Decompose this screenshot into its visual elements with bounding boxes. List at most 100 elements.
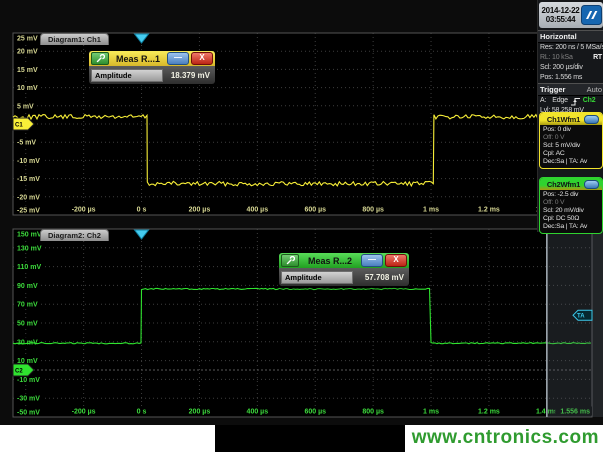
channel-marker-label: C2 (15, 369, 23, 375)
trigger-header: Trigger Auto (538, 83, 603, 96)
tick-label: 600 µs (304, 409, 326, 416)
tick-label: -15 mV (17, 176, 40, 183)
rs-logo-icon (581, 5, 602, 25)
horizontal-header: Horizontal (538, 30, 603, 43)
meas1-title: Meas R...1 (111, 54, 165, 64)
tab-diagram2[interactable]: Diagram2: Ch2 (40, 229, 109, 241)
date-text: 2014-12-22 (540, 6, 581, 15)
info-row: Scl: 200 µs/div (538, 63, 603, 73)
close-button[interactable]: X (191, 52, 213, 65)
ch2wfm1-dialog[interactable]: Ch2Wfm1 Pos: -2.5 divOff: 0 VScl: 20 mV/… (539, 177, 603, 234)
tick-label: 800 µs (362, 409, 384, 416)
wfm-info-row: Pos: 0 div (540, 126, 602, 134)
tick-label: -50 mV (17, 410, 40, 417)
ch2wfm1-titlebar: Ch2Wfm1 (540, 178, 602, 190)
wfm-info-row: Off: 0 V (540, 199, 602, 207)
time-text: 03:55:44 (540, 15, 581, 24)
meas2-value: 57.708 mV (353, 273, 407, 282)
horizontal-trigger-panel[interactable]: Horizontal Res: 200 ns / 5 MSa/sRL: 10 k… (538, 30, 603, 116)
minimize-button[interactable]: — (361, 254, 383, 267)
tick-label: -10 mV (17, 377, 40, 384)
tick-label: 1.2 ms (478, 207, 500, 214)
tick-label: 200 µs (189, 207, 211, 214)
trigger-level-badge-label: TA (577, 314, 585, 320)
tick-label: 15 mV (17, 67, 38, 74)
tick-label: -25 mV (17, 208, 40, 215)
signal-bar: 2014-12-22 03:55:44 Horizontal Res: 200 … (537, 0, 603, 232)
tick-label: 800 µs (362, 207, 384, 214)
tick-label: 130 mV (17, 245, 42, 252)
trigger-mode: Auto (587, 84, 602, 95)
trigger-source: Ch2 (583, 96, 596, 106)
horizontal-rows: Res: 200 ns / 5 MSa/sRL: 10 kSaRTScl: 20… (538, 43, 603, 83)
ch1wfm1-titlebar: Ch1Wfm1 (540, 113, 602, 125)
tick-label: 1 ms (423, 207, 439, 214)
info-row: Res: 200 ns / 5 MSa/s (538, 43, 603, 53)
tick-label: 10 mV (17, 85, 38, 92)
meas1-body: Amplitude 18.379 mV (89, 66, 215, 84)
ch1wfm1-dialog[interactable]: Ch1Wfm1 Pos: 0 divOff: 0 VScl: 5 mV/divC… (539, 112, 603, 169)
tick-label: 400 µs (247, 409, 269, 416)
meas1-value: 18.379 mV (163, 71, 213, 80)
tab-diagram1[interactable]: Diagram1: Ch1 (40, 33, 109, 45)
tick-label: 400 µs (247, 207, 269, 214)
meas1-label: Amplitude (91, 69, 163, 82)
trigger-source-row: A: Edge Ch2 (538, 96, 603, 106)
info-row: Pos: 1.556 ms (538, 73, 603, 83)
wfm-info-row: Scl: 20 mV/div (540, 207, 602, 215)
tick-label: 0 s (137, 409, 147, 416)
watermark-text: www.cntronics.com (412, 425, 599, 452)
wrench-icon[interactable] (281, 254, 299, 267)
tick-label: 70 mV (17, 302, 38, 309)
info-row: RL: 10 kSaRT (538, 53, 603, 63)
wrench-icon[interactable] (91, 52, 109, 65)
meas2-title: Meas R...2 (301, 256, 359, 266)
wfm-info-row: Pos: -2.5 div (540, 191, 602, 199)
meas2-label: Amplitude (281, 271, 353, 284)
tick-label: 110 mV (17, 264, 41, 271)
minimize-pill-icon[interactable] (584, 115, 599, 124)
tick-label: -30 mV (17, 396, 40, 403)
wfm-info-row: Cpl: AC (540, 150, 602, 158)
tick-label: 90 mV (17, 283, 38, 290)
tick-label: -200 µs (72, 207, 96, 214)
meas1-popup[interactable]: Meas R...1 — X Amplitude 18.379 mV (88, 50, 216, 85)
minimize-pill-icon[interactable] (584, 180, 599, 189)
ch1wfm1-rows: Pos: 0 divOff: 0 VScl: 5 mV/divCpl: ACDe… (540, 125, 602, 168)
tick-label: -20 mV (17, 194, 40, 201)
tick-label: 200 µs (189, 409, 211, 416)
close-button[interactable]: X (385, 254, 407, 267)
tick-label: 25 mV (17, 36, 38, 43)
meas2-popup[interactable]: Meas R...2 — X Amplitude 57.708 mV (278, 252, 410, 287)
ch2wfm1-title: Ch2Wfm1 (543, 180, 584, 189)
tick-label: -5 mV (17, 140, 36, 147)
wfm-info-row: Cpl: DC 50Ω (540, 215, 602, 223)
tick-label: -10 mV (17, 158, 40, 165)
edge-trigger-icon (570, 97, 581, 106)
tick-label: 1 ms (423, 409, 439, 416)
tick-label: 600 µs (304, 207, 326, 214)
tick-label: 150 mV (17, 232, 42, 239)
tick-label: 50 mV (17, 321, 38, 328)
tick-label: 5 mV (17, 103, 34, 110)
wfm-info-row: Off: 0 V (540, 134, 602, 142)
tick-label: -200 µs (72, 409, 96, 416)
datetime-box: 2014-12-22 03:55:44 (539, 2, 603, 28)
ch2wfm1-rows: Pos: -2.5 divOff: 0 VScl: 20 mV/divCpl: … (540, 190, 602, 233)
minimize-button[interactable]: — (167, 52, 189, 65)
signalbar-overlay (547, 229, 603, 417)
tick-label: 20 mV (17, 49, 38, 56)
wfm-info-row: Scl: 5 mV/div (540, 142, 602, 150)
meas2-titlebar[interactable]: Meas R...2 — X (279, 253, 409, 268)
bottom-black-bar (215, 425, 405, 452)
channel-marker-label: C1 (15, 123, 23, 129)
meas2-body: Amplitude 57.708 mV (279, 268, 409, 286)
wfm-info-row: Dec:Sa | TA: Av (540, 158, 602, 166)
ch1wfm1-title: Ch1Wfm1 (543, 115, 584, 124)
bottom-strip: www.cntronics.com (0, 425, 603, 452)
tick-label: 0 s (137, 207, 147, 214)
wfm-info-row: Dec:Sa | TA: Av (540, 223, 602, 231)
meas1-titlebar[interactable]: Meas R...1 — X (89, 51, 215, 66)
tick-label: 1.2 ms (478, 409, 500, 416)
oscilloscope-screen: 25 mV 20 mV 15 mV 10 mV 5 mV -5 mV -10 mV -15 m… (0, 0, 603, 452)
